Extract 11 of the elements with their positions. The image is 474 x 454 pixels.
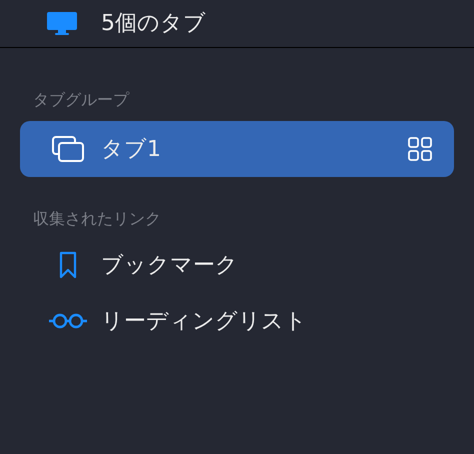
tab-count-label[interactable]: 5個のタブ: [101, 7, 206, 40]
sidebar-item[interactable]: リーディングリスト: [20, 293, 454, 349]
monitor-icon: [46, 10, 78, 36]
grid-icon[interactable]: [408, 137, 432, 161]
glasses-icon: [48, 313, 88, 329]
bookmark-icon: [58, 251, 76, 279]
stacked-windows-icon: [52, 136, 84, 162]
sidebar-item[interactable]: タブ1: [20, 121, 454, 177]
section-header: 収集されたリンク: [33, 209, 161, 228]
section-header: タブグループ: [33, 90, 129, 109]
sidebar-item[interactable]: ブックマーク: [20, 237, 454, 293]
